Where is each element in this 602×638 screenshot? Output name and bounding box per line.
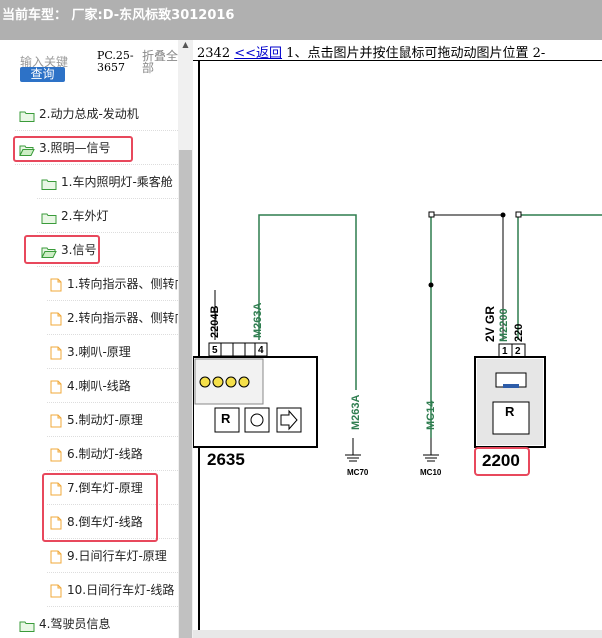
tree-item-label: 5.制动灯-原理 xyxy=(67,413,143,427)
tree-item-label: 1.车内照明灯-乘客舱 xyxy=(61,175,173,189)
wiring-diagram[interactable] xyxy=(193,60,602,638)
tree-item[interactable]: 6.制动灯-线路 xyxy=(47,438,178,471)
pin-number: 4 xyxy=(258,345,264,356)
wire-label: MC14 xyxy=(425,400,437,430)
wire-label: 2204B xyxy=(209,305,221,338)
document-icon xyxy=(50,345,62,364)
search-panel: 输入关键 查询 PC.25-3657 折叠全部 xyxy=(0,40,178,94)
component-label: 2200 xyxy=(482,451,520,470)
pc-code: PC.25-3657 xyxy=(97,49,134,74)
document-icon xyxy=(50,583,62,602)
ground-icon xyxy=(345,454,361,462)
pin-number: 2 xyxy=(515,346,521,357)
document-icon xyxy=(50,379,62,398)
scroll-up-icon[interactable]: ▲ xyxy=(178,40,193,50)
tree-item[interactable]: 2.转向指示器、侧转向 xyxy=(47,302,178,335)
wire-label: 2V GR xyxy=(483,305,497,342)
relay-symbol-label: R xyxy=(505,404,515,419)
tree-item[interactable]: 10.日间行车灯-线路 xyxy=(47,574,178,607)
tree-item[interactable]: 1.转向指示器、侧转向 xyxy=(47,268,178,301)
relay-symbol-label: R xyxy=(221,411,231,426)
document-icon xyxy=(50,447,62,466)
sidebar: 输入关键 查询 PC.25-3657 折叠全部 2.动力总成-发动机 3.照明—信… xyxy=(0,40,178,638)
component-label: 2635 xyxy=(207,450,245,469)
collapse-all-link[interactable]: 折叠全部 xyxy=(142,50,178,74)
tree-item-label: 6.制动灯-线路 xyxy=(67,447,143,461)
tree-item-label: 3.喇叭-原理 xyxy=(67,345,131,359)
pin-number: 1 xyxy=(502,346,508,357)
document-icon xyxy=(50,311,62,330)
tree-item[interactable]: 4.驾驶员信息 xyxy=(15,608,178,638)
folder-icon xyxy=(19,617,35,636)
back-link[interactable]: <<返回 xyxy=(234,46,282,61)
horizontal-scrollbar[interactable] xyxy=(193,630,602,638)
tree-item-label: 2.车外灯 xyxy=(61,209,109,223)
pin-number: 5 xyxy=(212,345,218,356)
title-bar: 当前车型： 厂家:D-东风标致3012016 xyxy=(0,0,602,40)
ground-label: MC70 xyxy=(347,468,369,477)
wire-label: 220 xyxy=(513,323,525,342)
tree-item-label: 1.转向指示器、侧转向 xyxy=(67,277,178,291)
tree-item-label: 4.驾驶员信息 xyxy=(39,617,111,631)
document-icon xyxy=(50,549,62,568)
highlight-box xyxy=(24,235,100,264)
document-icon xyxy=(50,413,62,432)
ground-icon xyxy=(423,454,439,462)
diagram-viewer: 2342 <<返回 1、点击图片并按住鼠标可拖动动图片位置 2- 2204B M… xyxy=(193,40,602,638)
tree-item[interactable]: 2.车外灯 xyxy=(37,200,178,233)
wire-label: M263A xyxy=(252,302,264,338)
wire-label: M263A xyxy=(350,394,362,430)
instruction-text: 1、点击图片并按住鼠标可拖动动图片位置 2- xyxy=(286,46,546,61)
tree-item-label: 9.日间行车灯-原理 xyxy=(67,549,167,563)
ground-label: MC10 xyxy=(420,468,442,477)
tree-item-label: 2.转向指示器、侧转向 xyxy=(67,311,178,325)
tree-item[interactable]: 1.车内照明灯-乘客舱 xyxy=(37,166,178,199)
tree-item-label: 4.喇叭-线路 xyxy=(67,379,131,393)
info-bar: 2342 <<返回 1、点击图片并按住鼠标可拖动动图片位置 2- xyxy=(197,42,545,61)
tree-item-label: 2.动力总成-发动机 xyxy=(39,107,139,121)
tree-item[interactable]: 9.日间行车灯-原理 xyxy=(47,540,178,573)
wire-label: M2200 xyxy=(498,308,510,342)
folder-icon xyxy=(41,175,57,194)
tree-item[interactable]: 3.喇叭-原理 xyxy=(47,336,178,369)
document-icon xyxy=(50,277,62,296)
page-number: 2342 xyxy=(197,46,231,61)
tree-item-label: 10.日间行车灯-线路 xyxy=(67,583,175,597)
tree-item[interactable]: 2.动力总成-发动机 xyxy=(15,98,178,131)
folder-icon xyxy=(19,107,35,126)
tree-item[interactable]: 4.喇叭-线路 xyxy=(47,370,178,403)
folder-icon xyxy=(41,209,57,228)
current-vehicle-title: 当前车型： 厂家:D-东风标致3012016 xyxy=(2,8,235,23)
sidebar-scrollbar[interactable]: ▲ xyxy=(178,40,193,638)
tree-item[interactable]: 5.制动灯-原理 xyxy=(47,404,178,437)
scroll-thumb[interactable] xyxy=(179,150,192,638)
highlight-box xyxy=(42,473,158,542)
highlight-box xyxy=(13,136,133,162)
query-button[interactable]: 查询 xyxy=(20,67,65,82)
